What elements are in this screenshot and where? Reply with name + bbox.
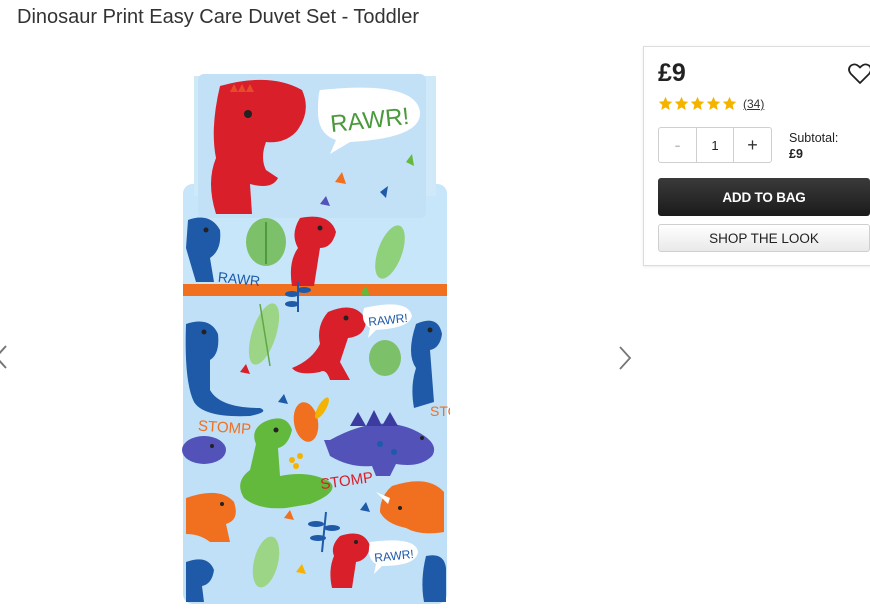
buy-box: £9 (34) - + Subtotal: £9 ADD TO BAG SHOP… — [643, 46, 870, 266]
shop-the-look-button[interactable]: SHOP THE LOOK — [658, 224, 870, 252]
heart-icon[interactable] — [847, 61, 870, 87]
add-to-bag-button[interactable]: ADD TO BAG — [658, 178, 870, 216]
product-title: Dinosaur Print Easy Care Duvet Set - Tod… — [17, 6, 420, 28]
review-count-link[interactable]: (34) — [743, 97, 764, 111]
subtotal: Subtotal: £9 — [789, 130, 838, 162]
duvet-purple-dino-1 — [182, 436, 226, 464]
quantity-input[interactable] — [697, 128, 733, 162]
chevron-left-icon[interactable] — [0, 344, 8, 370]
star-icon — [690, 96, 705, 110]
product-image[interactable]: RAWR! RAWR RAWR! STOMP ST STOMP RAWR! — [180, 72, 450, 607]
chevron-right-icon[interactable] — [616, 344, 634, 372]
quantity-stepper: - + — [658, 127, 772, 163]
duvet-blue-dino-5 — [422, 555, 446, 602]
duvet-stomp-text-3: STO — [430, 403, 450, 419]
quantity-decrease-button[interactable]: - — [659, 128, 697, 162]
quantity-increase-button[interactable]: + — [733, 128, 771, 162]
star-icon — [658, 96, 673, 110]
duvet-leaf-1 — [246, 218, 286, 266]
star-icon — [674, 96, 689, 110]
subtotal-label: Subtotal: — [789, 131, 839, 145]
rating: (34) — [658, 96, 764, 111]
price: £9 — [658, 59, 686, 87]
star-icon — [706, 96, 721, 110]
subtotal-value: £9 — [789, 147, 803, 161]
star-icon — [722, 96, 737, 110]
star-rating — [658, 96, 737, 111]
